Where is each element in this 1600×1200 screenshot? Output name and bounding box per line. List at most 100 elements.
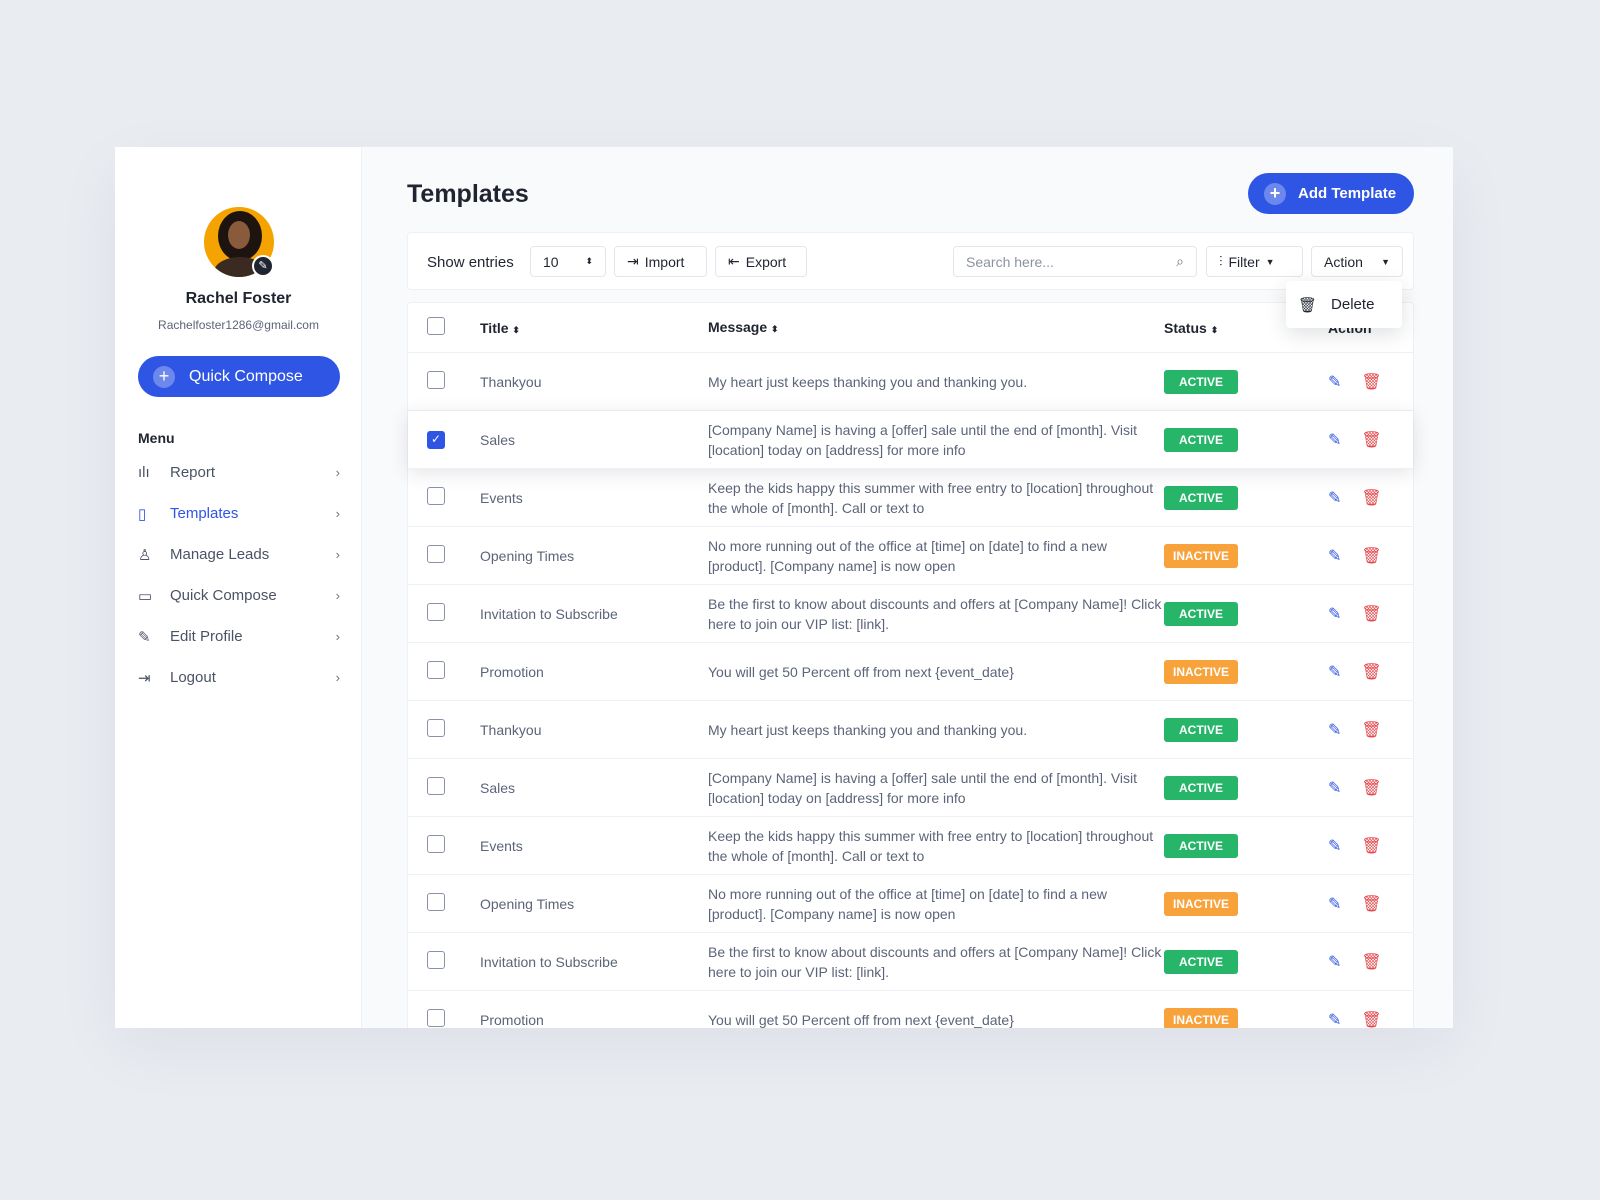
add-template-label: Add Template (1298, 185, 1397, 202)
quick-compose-button[interactable]: + Quick Compose (138, 356, 340, 397)
trash-icon[interactable]: 🗑 (1361, 778, 1381, 798)
row-checkbox[interactable]: ✓ (427, 431, 445, 449)
logout-icon: ⇥ (138, 669, 151, 687)
row-checkbox[interactable] (427, 603, 445, 621)
table-row: Thankyou My heart just keeps thanking yo… (408, 701, 1413, 759)
action-dropdown-delete[interactable]: 🗑 Delete (1286, 281, 1402, 328)
sidebar-item-manage-leads[interactable]: ♙ Manage Leads › (138, 534, 340, 575)
edit-icon[interactable]: ✎ (1328, 778, 1341, 798)
row-checkbox[interactable] (427, 661, 445, 679)
trash-icon[interactable]: 🗑 (1361, 836, 1381, 856)
plus-icon: + (1264, 182, 1286, 205)
trash-icon[interactable]: 🗑 (1361, 720, 1381, 740)
sidebar: ✎ Rachel Foster Rachelfoster1286@gmail.c… (115, 147, 362, 1028)
search-input[interactable]: Search here... ⌕ (953, 246, 1197, 277)
trash-icon[interactable]: 🗑 (1361, 604, 1381, 624)
row-message: No more running out of the office at [ti… (708, 537, 1107, 574)
row-checkbox[interactable] (427, 951, 445, 969)
row-title: Opening Times (480, 895, 575, 912)
trash-icon[interactable]: 🗑 (1361, 488, 1381, 508)
action-button[interactable]: Action ▼ (1311, 246, 1403, 277)
message-header[interactable]: Message ⬍ (708, 317, 1164, 339)
menu-heading: Menu (138, 430, 175, 446)
edit-icon[interactable]: ✎ (1328, 836, 1341, 856)
trash-icon[interactable]: 🗑 (1361, 1010, 1381, 1029)
row-message: Be the first to know about discounts and… (708, 943, 1162, 980)
row-checkbox[interactable] (427, 893, 445, 911)
templates-table: Title ⬍ Message ⬍ Status ⬍ Action Thanky… (407, 302, 1414, 1028)
trash-icon[interactable]: 🗑 (1361, 894, 1381, 914)
user-icon: ♙ (138, 546, 152, 564)
row-title: Invitation to Subscribe (480, 953, 618, 970)
sidebar-item-report[interactable]: ılı Report › (138, 452, 340, 493)
table-row: Invitation to Subscribe Be the first to … (408, 933, 1413, 991)
status-header-label: Status (1164, 319, 1207, 336)
search-icon[interactable]: ⌕ (1176, 253, 1184, 270)
user-name: Rachel Foster (185, 290, 292, 307)
sidebar-item-templates[interactable]: ▯ Templates › (138, 493, 340, 534)
chevron-right-icon: › (335, 465, 340, 480)
sidebar-item-label: Quick Compose (170, 587, 277, 604)
edit-icon[interactable]: ✎ (1328, 662, 1341, 682)
import-icon: ⇥ (627, 253, 639, 269)
sidebar-item-logout[interactable]: ⇥ Logout › (138, 657, 340, 698)
export-button[interactable]: ⇤ Export (715, 246, 807, 277)
import-label: Import (644, 253, 685, 270)
edit-icon[interactable]: ✎ (1328, 952, 1341, 972)
edit-icon[interactable]: ✎ (1328, 720, 1341, 740)
search-placeholder: Search here... (966, 253, 1054, 270)
tablet-icon: ▯ (138, 505, 147, 523)
sidebar-item-quick-compose[interactable]: ▭ Quick Compose › (138, 575, 340, 616)
edit-icon[interactable]: ✎ (1328, 430, 1341, 450)
sliders-icon: ⫶ (1219, 253, 1223, 269)
row-checkbox[interactable] (427, 545, 445, 563)
edit-icon[interactable]: ✎ (1328, 604, 1341, 624)
trash-icon[interactable]: 🗑 (1361, 546, 1381, 566)
sidebar-item-label: Report (170, 464, 216, 481)
trash-icon[interactable]: 🗑 (1361, 372, 1381, 392)
row-checkbox[interactable] (427, 1009, 445, 1027)
trash-icon[interactable]: 🗑 (1361, 662, 1381, 682)
filter-button[interactable]: ⫶ Filter ▼ (1206, 246, 1303, 277)
export-icon: ⇤ (728, 253, 740, 269)
edit-icon[interactable]: ✎ (1328, 488, 1341, 508)
action-label: Action (1324, 253, 1363, 270)
sidebar-item-edit-profile[interactable]: ✎ Edit Profile › (138, 616, 340, 657)
row-title: Sales (480, 779, 516, 796)
edit-avatar-icon[interactable]: ✎ (252, 255, 274, 277)
quick-compose-label: Quick Compose (189, 367, 303, 385)
status-badge: ACTIVE (1164, 949, 1238, 974)
trash-icon[interactable]: 🗑 (1361, 430, 1381, 450)
title-header[interactable]: Title ⬍ (480, 320, 708, 336)
row-checkbox[interactable] (427, 719, 445, 737)
row-checkbox[interactable] (427, 371, 445, 389)
edit-icon[interactable]: ✎ (1328, 546, 1341, 566)
status-badge: ACTIVE (1164, 775, 1238, 800)
add-template-button[interactable]: + Add Template (1248, 173, 1414, 214)
table-row: Sales [Company Name] is having a [offer]… (408, 759, 1413, 817)
edit-icon[interactable]: ✎ (1328, 894, 1341, 914)
row-checkbox[interactable] (427, 835, 445, 853)
toolbar: Show entries 10 ⬍ ⇥ Import ⇤ Export Search … (407, 232, 1414, 290)
status-badge: INACTIVE (1164, 1007, 1238, 1028)
plus-icon: + (153, 365, 175, 388)
status-badge: ACTIVE (1164, 369, 1238, 394)
row-checkbox[interactable] (427, 487, 445, 505)
title-header-label: Title (480, 319, 509, 336)
row-message: [Company Name] is having a [offer] sale … (708, 769, 1138, 806)
edit-icon[interactable]: ✎ (1328, 372, 1341, 392)
row-message: My heart just keeps thanking you and tha… (708, 373, 1028, 390)
row-checkbox[interactable] (427, 777, 445, 795)
import-button[interactable]: ⇥ Import (614, 246, 707, 277)
row-message: No more running out of the office at [ti… (708, 885, 1107, 922)
page-title: Templates (407, 180, 529, 208)
table-row: ✓ Sales [Company Name] is having a [offe… (408, 411, 1413, 469)
edit-icon[interactable]: ✎ (1328, 1010, 1341, 1029)
table-row: Opening Times No more running out of the… (408, 527, 1413, 585)
select-all-checkbox[interactable] (427, 317, 445, 335)
app-window: ✎ Rachel Foster Rachelfoster1286@gmail.c… (115, 147, 1453, 1028)
row-title: Thankyou (480, 373, 542, 390)
entries-select[interactable]: 10 ⬍ (530, 246, 606, 277)
show-entries-label: Show entries (427, 254, 514, 271)
trash-icon[interactable]: 🗑 (1361, 952, 1381, 972)
